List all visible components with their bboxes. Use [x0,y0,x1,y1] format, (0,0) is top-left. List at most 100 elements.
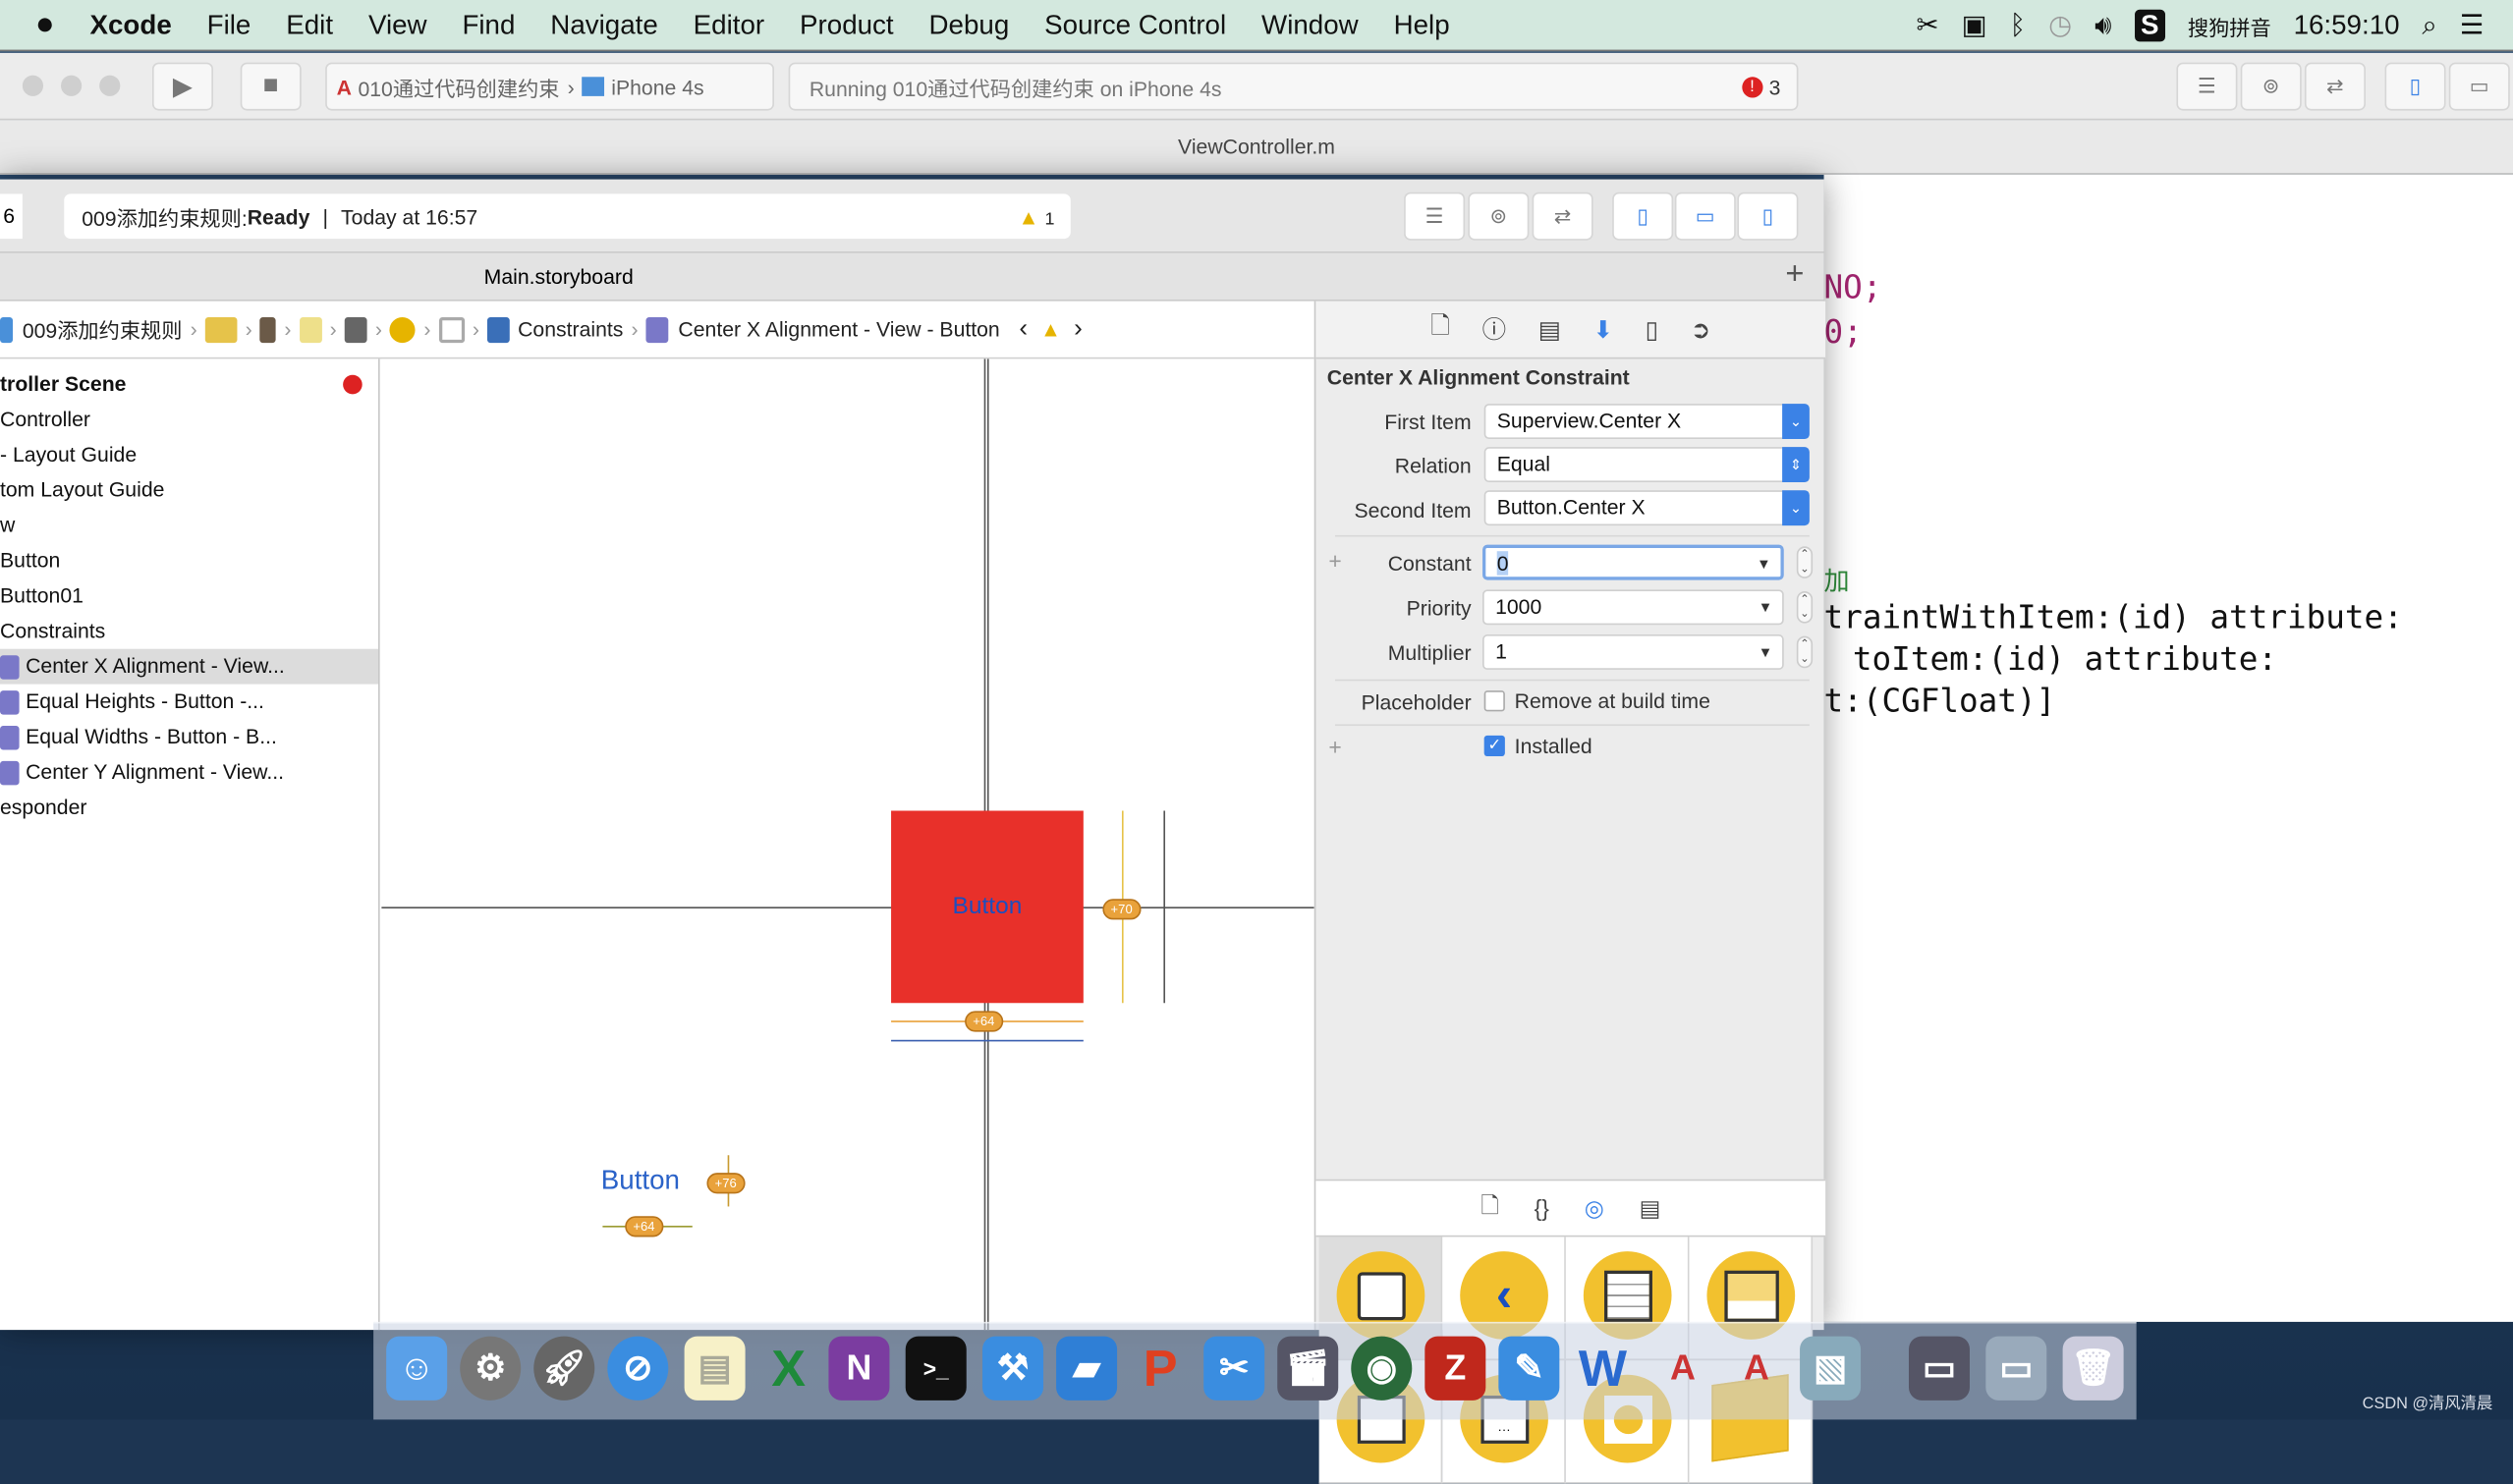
screen-record-icon[interactable]: ▣ [1962,10,1987,42]
filezilla-icon[interactable]: Z [1424,1336,1486,1401]
trash-icon[interactable]: 🗑︎ [2062,1336,2124,1401]
folder-app-icon[interactable]: ▰ [1056,1336,1118,1401]
zoom-window-button[interactable] [99,75,121,96]
spotlight-icon[interactable]: ⌕ [2422,10,2437,42]
scheme-selector[interactable]: A 010通过代码创建约束 › iPhone 4s [325,62,774,111]
code-snippet-library-icon[interactable]: {} [1535,1195,1549,1221]
file-template-library-icon[interactable]: 🗋 [1480,1188,1498,1227]
terminal-icon[interactable]: >_ [905,1336,967,1401]
xcode-app-icon[interactable]: A [1726,1337,1787,1401]
apple-menu-icon[interactable]: ● [35,7,55,44]
onenote-icon[interactable]: N [828,1336,890,1401]
outline-constraint[interactable]: Center Y Alignment - View... [0,754,378,790]
xcode-app-icon[interactable]: A [1652,1337,1713,1401]
imovie-icon[interactable]: 🎬︎ [1277,1336,1339,1401]
connections-inspector-icon[interactable]: ➲ [1691,315,1711,344]
clock[interactable]: 16:59:10 [2294,10,2400,42]
system-preferences-icon[interactable]: ⚙ [460,1336,522,1401]
size-inspector-icon[interactable]: ▯ [1646,315,1658,344]
outline-item[interactable]: Constraints [0,614,378,649]
warning-icon[interactable]: ▲ [1040,317,1061,341]
placeholder-checkbox[interactable] [1483,690,1505,712]
add-variation-button[interactable]: + [1328,734,1341,759]
warning-badge[interactable]: ▲ 1 [1019,204,1055,228]
constraint-badge[interactable]: +64 [625,1216,663,1237]
menu-window[interactable]: Window [1261,9,1359,41]
standard-editor-button[interactable]: ☰ [1404,192,1466,241]
outline-item[interactable]: tom Layout Guide [0,472,378,508]
stop-button[interactable]: ■ [240,62,302,111]
priority-stepper[interactable]: ⌃ ⌄ [1796,590,1814,624]
jump-current[interactable]: Center X Alignment - View - Button [678,317,999,341]
instruments-icon[interactable]: ✎ [1498,1336,1560,1401]
launchpad-icon[interactable]: 🚀︎ [533,1336,595,1401]
menu-edit[interactable]: Edit [286,9,333,41]
first-item-popup[interactable]: Superview.Center X ⌄ [1483,404,1810,440]
scene-icon[interactable] [344,316,367,343]
notification-center-icon[interactable]: ☰ [2460,10,2485,42]
identity-inspector-icon[interactable]: ▤ [1538,315,1561,344]
view-icon[interactable] [438,316,465,343]
run-button[interactable]: ▶ [151,62,213,111]
version-editor-button[interactable]: ⇄ [2304,62,2366,111]
constant-field[interactable]: 0 ▼ [1482,544,1784,580]
word-icon[interactable]: W [1572,1337,1633,1401]
scissors-icon[interactable]: ✂ [1916,10,1938,42]
error-badge[interactable]: ! 3 [1741,75,1780,98]
second-item-popup[interactable]: Button.Center X ⌄ [1483,490,1810,526]
folder-icon[interactable] [204,316,238,343]
constraint-badge[interactable]: +64 [965,1011,1003,1032]
object-library-icon[interactable]: ◎ [1585,1194,1604,1222]
sogou-input-icon[interactable]: S [2134,9,2166,42]
outline-constraint-selected[interactable]: Center X Alignment - View... [0,648,379,685]
assistant-editor-button[interactable]: ⊚ [1468,192,1530,241]
constraint-badge[interactable]: +70 [1102,899,1141,920]
red-button[interactable]: Button [891,810,1084,1004]
outline-item[interactable]: Button01 [0,578,378,614]
installed-checkbox[interactable]: ✓ [1483,735,1505,757]
navigator-toggle[interactable]: ▯ [1612,192,1674,241]
menu-source-control[interactable]: Source Control [1044,9,1226,41]
relation-popup[interactable]: Equal ⇕ [1483,447,1810,483]
storyboard-canvas[interactable]: Button +70 +64 Button +76 +64 [381,358,1314,1331]
scissors-app-icon[interactable]: ✂ [1203,1336,1265,1401]
minimize-window-button[interactable] [60,75,83,96]
storyboard-tab[interactable]: Main.storyboard + [0,252,1824,302]
outline-item[interactable]: Controller [0,402,378,437]
menu-find[interactable]: Find [462,9,515,41]
error-indicator-icon[interactable] [343,374,363,395]
outline-scene[interactable]: troller Scene [0,367,378,403]
dropdown-arrow-icon[interactable]: ▼ [1759,636,1773,669]
menu-editor[interactable]: Editor [694,9,764,41]
menu-navigate[interactable]: Navigate [550,9,657,41]
view-controller-icon[interactable] [390,316,417,343]
dropdown-arrow-icon[interactable]: ▼ [1757,548,1771,580]
file-icon[interactable] [259,316,277,343]
next-issue-button[interactable]: › [1074,315,1083,344]
close-window-button[interactable] [22,75,44,96]
constant-stepper[interactable]: ⌃ ⌄ [1796,546,1814,578]
assistant-editor-button[interactable]: ⊚ [2240,62,2302,111]
safari-icon[interactable]: ⊘ [607,1336,669,1401]
jump-constraints[interactable]: Constraints [518,317,623,341]
powerpoint-icon[interactable]: P [1130,1337,1191,1401]
preview-icon[interactable]: ▧ [1800,1336,1862,1401]
notes-icon[interactable]: ▤ [684,1336,746,1401]
navigator-toggle[interactable]: ▯ [2384,62,2446,111]
multiplier-stepper[interactable]: ⌃ ⌄ [1796,635,1814,669]
screen-sharing-icon[interactable]: ▭ [1908,1336,1970,1401]
attributes-inspector-icon[interactable]: ⬇ [1592,315,1613,344]
file-inspector-icon[interactable]: 🗋 [1430,309,1450,350]
debug-area-toggle[interactable]: ▭ [1674,192,1736,241]
desktop-icon[interactable]: ▭ [1985,1336,2047,1401]
menu-debug[interactable]: Debug [929,9,1010,41]
time-machine-icon[interactable]: ◷ [2048,10,2072,42]
excel-icon[interactable]: X [758,1337,819,1401]
outline-item[interactable]: w [0,508,378,543]
priority-field[interactable]: 1000 ▼ [1482,589,1784,626]
storyboard-icon[interactable] [299,316,322,343]
finder-icon[interactable]: ☺ [386,1336,448,1401]
debug-area-toggle[interactable]: ▭ [2448,62,2510,111]
add-variation-button[interactable]: + [1328,548,1341,574]
menu-help[interactable]: Help [1394,9,1450,41]
